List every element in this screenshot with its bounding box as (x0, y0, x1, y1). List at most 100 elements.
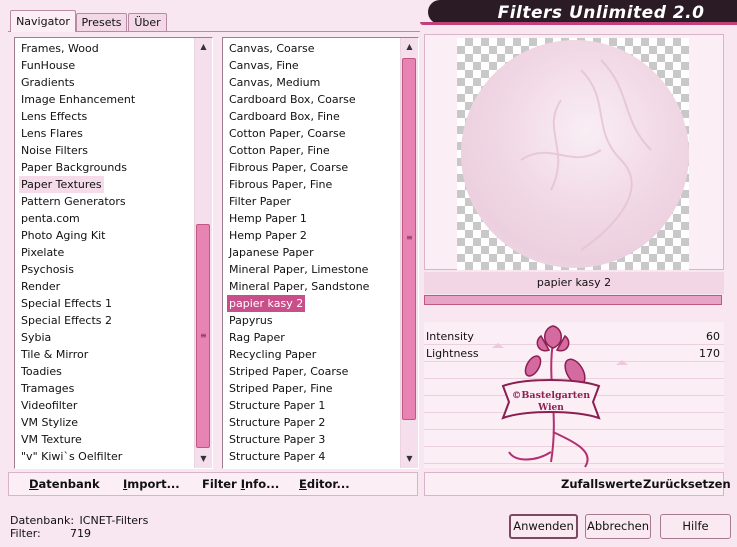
watermark-logo: ©Bastelgarten Wien (501, 325, 601, 468)
database-button-label: atenbank (38, 477, 100, 491)
apply-button[interactable]: Anwenden (509, 514, 578, 539)
preview-filter-name: papier kasy 2 (424, 272, 724, 294)
filter-info-button-label: Filter (202, 477, 241, 491)
category-scroll-up-icon[interactable]: ▲ (195, 40, 212, 54)
category-list-item[interactable]: Image Enhancement (19, 91, 137, 108)
filter-list-item[interactable]: Rag Paper (227, 329, 287, 346)
tab-presets[interactable]: Presets (76, 13, 127, 31)
category-list[interactable]: Frames, Wood FunHouse Gradients Image Enhan… (15, 38, 195, 468)
filter-list-item[interactable]: Structure Paper 4 (227, 448, 327, 465)
category-list-item[interactable]: Photo Aging Kit (19, 227, 107, 244)
preview-progress-bar (424, 295, 722, 305)
param-label-lightness: Lightness (426, 347, 479, 360)
filter-list-item[interactable]: Fibrous Paper, Coarse (227, 159, 350, 176)
tab-uber[interactable]: Über (128, 13, 167, 31)
category-list-item[interactable]: Sybia (19, 329, 53, 346)
left-toolbar: Datenbank Import... Filter Info... Edito… (8, 472, 418, 496)
category-list-item[interactable]: Pattern Generators (19, 193, 128, 210)
category-list-item[interactable]: Toadies (19, 363, 64, 380)
filter-scrollbar[interactable]: ▲ ≡ ▼ (400, 38, 418, 468)
filter-list-item[interactable]: Cardboard Box, Fine (227, 108, 342, 125)
category-list-item[interactable]: Videofilter (19, 397, 79, 414)
filter-list-item[interactable]: papier kasy 2 (227, 295, 306, 312)
category-scroll-thumb[interactable]: ≡ (196, 224, 210, 448)
filter-list-item[interactable]: Canvas, Coarse (227, 40, 317, 57)
category-list-item[interactable]: Special Effects 2 (19, 312, 114, 329)
editor-button[interactable]: Editor... (299, 477, 350, 491)
filter-info-button-rest: nfo... (245, 477, 280, 491)
category-list-item[interactable]: Psychosis (19, 261, 76, 278)
category-list-item[interactable]: Paper Backgrounds (19, 159, 129, 176)
category-list-item[interactable]: VM Texture (19, 431, 84, 448)
editor-button-key: E (299, 477, 307, 491)
tab-navigator-label: Navigator (16, 15, 70, 28)
app-title: Filters Unlimited 2.0 (497, 3, 705, 23)
filter-list-item[interactable]: Recycling Paper (227, 346, 318, 363)
status-filter-label: Filter: (10, 527, 41, 540)
filter-list-item[interactable]: Fibrous Paper, Fine (227, 176, 334, 193)
category-scroll-grip-icon: ≡ (200, 331, 207, 340)
category-scroll-down-icon[interactable]: ▼ (195, 452, 212, 466)
category-list-item[interactable]: penta.com (19, 210, 82, 227)
category-list-item[interactable]: Pixelate (19, 244, 66, 261)
filter-scroll-thumb[interactable]: ≡ (402, 58, 416, 420)
category-list-item[interactable]: Special Effects 1 (19, 295, 114, 312)
category-scrollbar[interactable]: ▲ ≡ ▼ (194, 38, 212, 468)
category-list-item[interactable]: Tile & Mirror (19, 346, 90, 363)
reset-button[interactable]: Zurücksetzen (643, 477, 731, 491)
category-list-item[interactable]: "v" Kiwi`s Oelfilter (19, 448, 124, 465)
tab-uber-label: Über (134, 16, 161, 29)
category-list-item[interactable]: VM Stylize (19, 414, 80, 431)
filter-list-item[interactable]: Striped Paper, Fine (227, 380, 335, 397)
preview-progress-fill (425, 296, 721, 304)
filter-list-item[interactable]: Canvas, Medium (227, 74, 322, 91)
filter-list-item[interactable]: Structure Paper 2 (227, 414, 327, 431)
right-toolbar: Zufallswerte Zurücksetzen (424, 472, 731, 496)
database-button[interactable]: Datenbank (29, 477, 100, 491)
cancel-button[interactable]: Abbrechen (585, 514, 651, 539)
randomize-button[interactable]: Zufallswerte (561, 477, 642, 491)
filter-list-item[interactable]: Japanese Paper (227, 244, 316, 261)
filter-scroll-down-icon[interactable]: ▼ (401, 452, 418, 466)
status-database-label: Datenbank: (10, 514, 75, 527)
filter-info-button[interactable]: Filter Info... (202, 477, 279, 491)
filter-scroll-up-icon[interactable]: ▲ (401, 40, 418, 54)
filter-list-item[interactable]: Papyrus (227, 312, 275, 329)
category-list-item[interactable]: Noise Filters (19, 142, 90, 159)
filter-list-item[interactable]: Cardboard Box, Coarse (227, 91, 358, 108)
filter-list-item[interactable]: Hemp Paper 1 (227, 210, 309, 227)
filter-scroll-grip-icon: ≡ (406, 233, 413, 242)
filter-list-item[interactable]: Mineral Paper, Sandstone (227, 278, 371, 295)
category-list-item[interactable]: Render (19, 278, 62, 295)
filter-list-item[interactable]: Cotton Paper, Coarse (227, 125, 348, 142)
filter-list-item[interactable]: Mineral Paper, Limestone (227, 261, 370, 278)
filter-list-item[interactable]: Cotton Paper, Fine (227, 142, 332, 159)
category-list-item[interactable]: Paper Textures (19, 176, 104, 193)
filter-list-panel: Canvas, Coarse Canvas, Fine Canvas, Medium… (222, 37, 419, 469)
category-list-item[interactable]: FunHouse (19, 57, 77, 74)
filter-list-item[interactable]: Striped Paper, Coarse (227, 363, 350, 380)
help-button[interactable]: Hilfe (660, 514, 731, 539)
preview-texture-swirls (520, 59, 652, 251)
param-value-lightness: 170 (699, 347, 720, 360)
status-filter-value: 719 (70, 527, 91, 540)
watermark-text-line1: ©Bastelgarten (512, 390, 590, 401)
filter-list-item[interactable]: Hemp Paper 2 (227, 227, 309, 244)
category-list-item[interactable]: Tramages (19, 380, 76, 397)
category-list-item[interactable]: Frames, Wood (19, 40, 101, 57)
param-value-intensity: 60 (706, 330, 720, 343)
filter-list-item[interactable]: Filter Paper (227, 193, 293, 210)
import-button[interactable]: Import... (123, 477, 180, 491)
tab-presets-label: Presets (81, 16, 122, 29)
category-list-item[interactable]: Lens Effects (19, 108, 89, 125)
filter-list[interactable]: Canvas, Coarse Canvas, Fine Canvas, Medium… (223, 38, 401, 468)
category-list-panel: Frames, Wood FunHouse Gradients Image Enhan… (14, 37, 213, 469)
status-database: Datenbank: ICNET-Filters (10, 514, 148, 527)
filter-list-item[interactable]: Structure Paper 1 (227, 397, 327, 414)
filter-list-item[interactable]: Canvas, Fine (227, 57, 301, 74)
tab-navigator[interactable]: Navigator (10, 10, 76, 32)
category-list-item[interactable]: Lens Flares (19, 125, 85, 142)
category-list-item[interactable]: Gradients (19, 74, 77, 91)
filter-list-item[interactable]: Structure Paper 3 (227, 431, 327, 448)
status-filter: Filter: 719 (10, 527, 91, 540)
